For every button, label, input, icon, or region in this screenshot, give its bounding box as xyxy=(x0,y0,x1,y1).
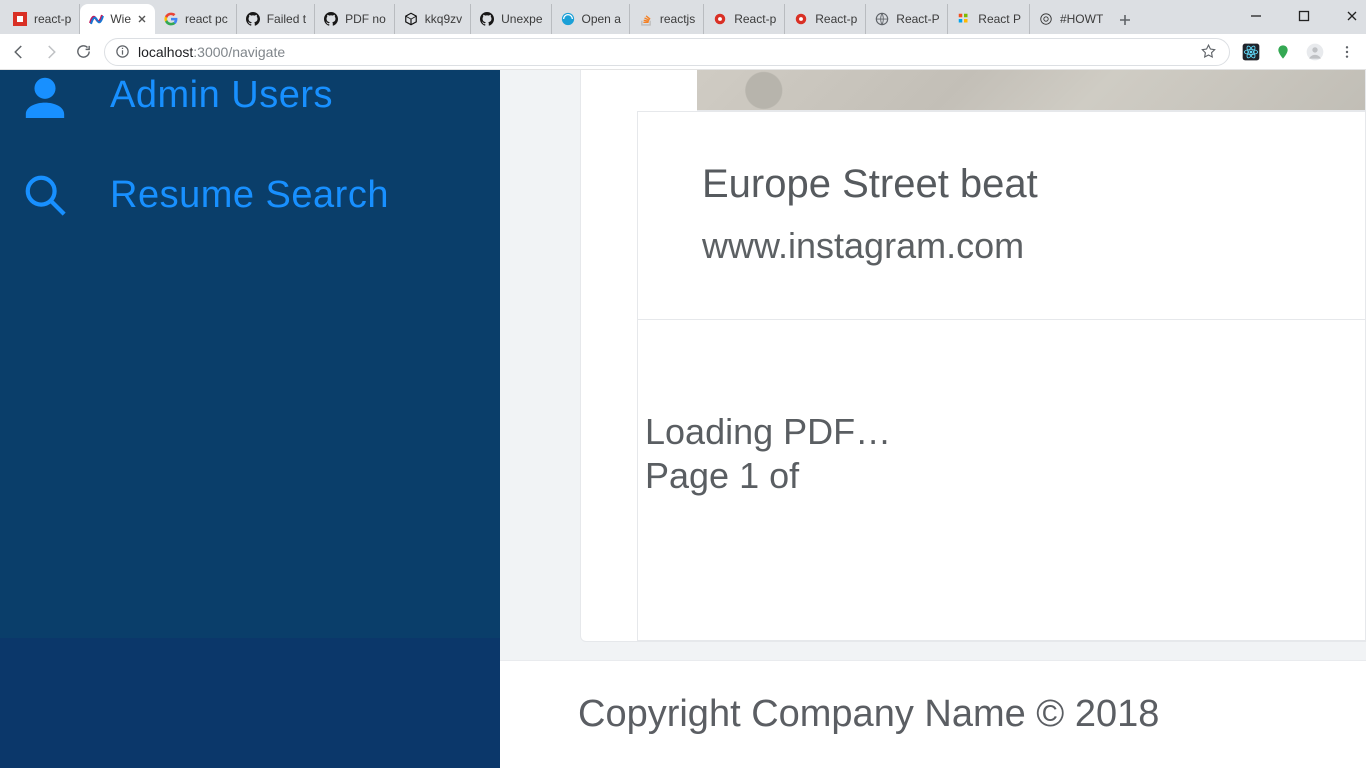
sidebar-item-label: Resume Search xyxy=(110,174,389,217)
sidebar-footer xyxy=(0,638,500,768)
stackoverflow-icon xyxy=(638,11,654,27)
sidebar-item-admin-users[interactable]: Admin Users xyxy=(0,70,500,160)
tab-2[interactable]: react pc xyxy=(155,4,237,34)
gear-icon xyxy=(793,11,809,27)
new-tab-button[interactable] xyxy=(1111,6,1139,34)
react-devtools-icon[interactable] xyxy=(1240,41,1262,63)
menu-icon[interactable] xyxy=(1336,41,1358,63)
content-card: Europe Street beat www.instagram.com Loa… xyxy=(580,70,1366,642)
tab-label: React-P xyxy=(896,12,939,26)
tab-10[interactable]: React-p xyxy=(785,4,866,34)
codesandbox-icon xyxy=(403,11,419,27)
site-info-icon[interactable] xyxy=(115,44,130,59)
footer-text: Copyright Company Name © 2018 xyxy=(578,693,1159,736)
toolbar: localhost:3000/navigate xyxy=(0,34,1366,70)
grid-icon xyxy=(956,11,972,27)
reload-button[interactable] xyxy=(72,41,94,63)
close-icon[interactable] xyxy=(137,14,147,24)
tab-12[interactable]: React P xyxy=(948,4,1030,34)
tab-label: PDF no xyxy=(345,12,386,26)
tab-label: react-p xyxy=(34,12,71,26)
window-controls xyxy=(1246,0,1362,34)
forward-button[interactable] xyxy=(40,41,62,63)
tab-3[interactable]: Failed t xyxy=(237,4,315,34)
profile-avatar-icon[interactable] xyxy=(1304,41,1326,63)
tab-5[interactable]: kkq9zv xyxy=(395,4,471,34)
minimize-button[interactable] xyxy=(1246,9,1266,25)
card-title: Europe Street beat xyxy=(638,112,1365,207)
github-icon xyxy=(479,11,495,27)
tab-1[interactable]: Wie xyxy=(80,4,155,34)
page-footer: Copyright Company Name © 2018 xyxy=(500,660,1366,768)
github-icon xyxy=(245,11,261,27)
main-content: Europe Street beat www.instagram.com Loa… xyxy=(500,70,1366,768)
tab-label: reactjs xyxy=(660,12,695,26)
tab-label: #HOWT xyxy=(1060,12,1103,26)
close-button[interactable] xyxy=(1342,9,1362,25)
site-icon xyxy=(88,11,104,27)
riot-icon xyxy=(1038,11,1054,27)
tab-label: Open a xyxy=(582,12,621,26)
search-icon xyxy=(20,170,70,220)
openany-icon xyxy=(560,11,576,27)
tab-4[interactable]: PDF no xyxy=(315,4,395,34)
npm-icon xyxy=(12,11,28,27)
browser-chrome: react-p Wie react pc Failed t xyxy=(0,0,1366,70)
sidebar-item-label: Admin Users xyxy=(110,74,333,117)
tab-label: Wie xyxy=(110,12,131,26)
sidebar-item-resume-search[interactable]: Resume Search xyxy=(0,160,500,248)
tab-6[interactable]: Unexpe xyxy=(471,4,551,34)
location-pin-icon[interactable] xyxy=(1272,41,1294,63)
globe-icon xyxy=(874,11,890,27)
address-bar[interactable]: localhost:3000/navigate xyxy=(104,38,1230,66)
tab-label: React-p xyxy=(815,12,857,26)
tab-9[interactable]: React-p xyxy=(704,4,785,34)
tab-13[interactable]: #HOWT xyxy=(1030,4,1111,34)
tab-label: react pc xyxy=(185,12,228,26)
tab-8[interactable]: reactjs xyxy=(630,4,704,34)
card-cover-image xyxy=(697,70,1365,111)
back-button[interactable] xyxy=(8,41,30,63)
tab-strip: react-p Wie react pc Failed t xyxy=(0,0,1366,34)
bookmark-star-icon[interactable] xyxy=(1197,41,1219,63)
tab-label: Failed t xyxy=(267,12,306,26)
google-icon xyxy=(163,11,179,27)
page-root: Admin Users Resume Search Europe Street … xyxy=(0,70,1366,768)
maximize-button[interactable] xyxy=(1294,9,1314,25)
tab-label: React-p xyxy=(734,12,776,26)
pdf-page-text: Page 1 of xyxy=(581,453,891,497)
card-subtitle: www.instagram.com xyxy=(638,207,1365,267)
tab-label: Unexpe xyxy=(501,12,542,26)
tab-11[interactable]: React-P xyxy=(866,4,948,34)
pdf-loading-text: Loading PDF… xyxy=(581,319,891,453)
tab-label: React P xyxy=(978,12,1021,26)
tab-7[interactable]: Open a xyxy=(552,4,630,34)
sidebar: Admin Users Resume Search xyxy=(0,70,500,768)
gear-icon xyxy=(712,11,728,27)
url-text: localhost:3000/navigate xyxy=(138,44,1189,60)
user-icon xyxy=(20,70,70,120)
tab-label: kkq9zv xyxy=(425,12,462,26)
tab-0[interactable]: react-p xyxy=(4,4,80,34)
github-icon xyxy=(323,11,339,27)
